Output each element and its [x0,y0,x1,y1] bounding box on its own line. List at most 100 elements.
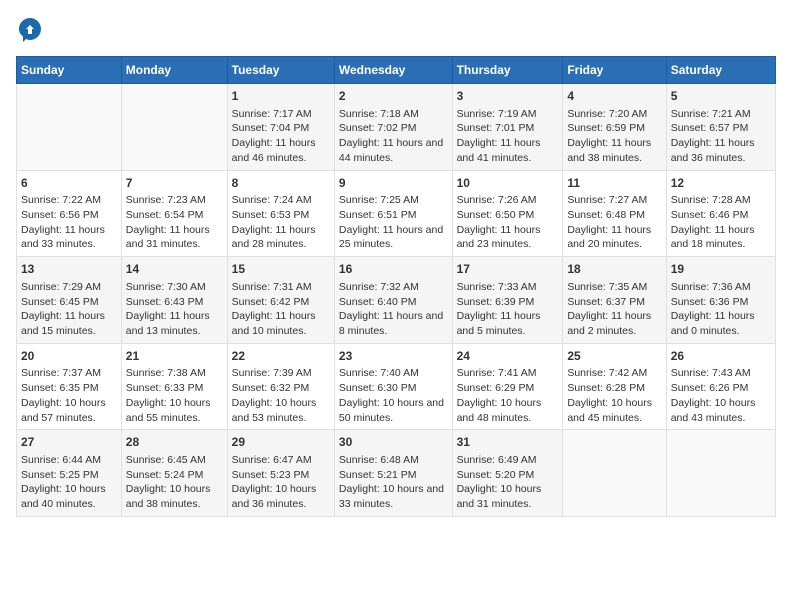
calendar-cell: 12Sunrise: 7:28 AMSunset: 6:46 PMDayligh… [666,170,775,257]
day-info: Sunset: 6:35 PM [21,381,117,396]
calendar-cell: 19Sunrise: 7:36 AMSunset: 6:36 PMDayligh… [666,257,775,344]
day-info: Sunrise: 7:39 AM [232,366,330,381]
day-number: 30 [339,434,448,451]
day-info: Daylight: 11 hours and 23 minutes. [457,223,559,252]
day-info: Daylight: 10 hours and 55 minutes. [126,396,223,425]
day-number: 7 [126,175,223,192]
day-info: Sunrise: 7:37 AM [21,366,117,381]
logo [16,16,48,44]
day-number: 12 [671,175,771,192]
calendar-week-row: 13Sunrise: 7:29 AMSunset: 6:45 PMDayligh… [17,257,776,344]
day-info: Sunrise: 6:48 AM [339,453,448,468]
day-number: 1 [232,88,330,105]
day-info: Sunrise: 7:19 AM [457,107,559,122]
day-info: Daylight: 11 hours and 31 minutes. [126,223,223,252]
day-info: Sunset: 5:23 PM [232,468,330,483]
day-info: Sunset: 5:21 PM [339,468,448,483]
day-info: Sunset: 6:46 PM [671,208,771,223]
calendar-cell: 26Sunrise: 7:43 AMSunset: 6:26 PMDayligh… [666,343,775,430]
day-info: Sunset: 6:57 PM [671,121,771,136]
day-info: Sunrise: 7:43 AM [671,366,771,381]
calendar-cell: 5Sunrise: 7:21 AMSunset: 6:57 PMDaylight… [666,84,775,171]
day-number: 18 [567,261,661,278]
header-saturday: Saturday [666,57,775,84]
calendar-cell: 7Sunrise: 7:23 AMSunset: 6:54 PMDaylight… [121,170,227,257]
day-info: Sunrise: 7:25 AM [339,193,448,208]
day-info: Daylight: 11 hours and 10 minutes. [232,309,330,338]
day-info: Sunrise: 7:22 AM [21,193,117,208]
day-info: Sunrise: 7:21 AM [671,107,771,122]
day-number: 27 [21,434,117,451]
day-number: 20 [21,348,117,365]
day-number: 16 [339,261,448,278]
calendar-cell [563,430,666,517]
day-info: Sunrise: 7:38 AM [126,366,223,381]
day-info: Sunrise: 7:40 AM [339,366,448,381]
day-info: Daylight: 11 hours and 33 minutes. [21,223,117,252]
day-info: Daylight: 11 hours and 25 minutes. [339,223,448,252]
day-info: Daylight: 11 hours and 2 minutes. [567,309,661,338]
calendar-cell: 14Sunrise: 7:30 AMSunset: 6:43 PMDayligh… [121,257,227,344]
day-info: Sunrise: 7:30 AM [126,280,223,295]
day-number: 11 [567,175,661,192]
calendar-cell: 3Sunrise: 7:19 AMSunset: 7:01 PMDaylight… [452,84,563,171]
calendar-cell: 1Sunrise: 7:17 AMSunset: 7:04 PMDaylight… [227,84,334,171]
day-info: Sunset: 6:30 PM [339,381,448,396]
day-info: Sunset: 6:26 PM [671,381,771,396]
calendar-cell [666,430,775,517]
calendar-cell: 13Sunrise: 7:29 AMSunset: 6:45 PMDayligh… [17,257,122,344]
calendar-week-row: 27Sunrise: 6:44 AMSunset: 5:25 PMDayligh… [17,430,776,517]
day-info: Daylight: 10 hours and 53 minutes. [232,396,330,425]
day-info: Daylight: 11 hours and 5 minutes. [457,309,559,338]
day-number: 28 [126,434,223,451]
day-number: 22 [232,348,330,365]
day-info: Sunset: 6:39 PM [457,295,559,310]
day-info: Daylight: 10 hours and 48 minutes. [457,396,559,425]
calendar-cell: 30 Sunrise: 6:48 AMSunset: 5:21 PMDayligh… [334,430,452,517]
day-info: Sunrise: 6:47 AM [232,453,330,468]
day-info: Sunrise: 6:44 AM [21,453,117,468]
day-info: Sunset: 6:42 PM [232,295,330,310]
day-info: Sunrise: 7:31 AM [232,280,330,295]
calendar-cell: 15Sunrise: 7:31 AMSunset: 6:42 PMDayligh… [227,257,334,344]
day-number: 10 [457,175,559,192]
day-info: Daylight: 10 hours and 36 minutes. [232,482,330,511]
day-info: Daylight: 11 hours and 41 minutes. [457,136,559,165]
day-info: Sunrise: 6:45 AM [126,453,223,468]
day-info: Daylight: 11 hours and 44 minutes. [339,136,448,165]
calendar-table: SundayMondayTuesdayWednesdayThursdayFrid… [16,56,776,517]
day-info: Sunset: 5:24 PM [126,468,223,483]
calendar-cell: 22Sunrise: 7:39 AMSunset: 6:32 PMDayligh… [227,343,334,430]
day-number: 2 [339,88,448,105]
day-info: Daylight: 10 hours and 31 minutes. [457,482,559,511]
header-friday: Friday [563,57,666,84]
calendar-week-row: 6Sunrise: 7:22 AMSunset: 6:56 PMDaylight… [17,170,776,257]
calendar-cell: 29 Sunrise: 6:47 AMSunset: 5:23 PMDayligh… [227,430,334,517]
day-info: Daylight: 11 hours and 8 minutes. [339,309,448,338]
day-info: Daylight: 11 hours and 36 minutes. [671,136,771,165]
calendar-cell: 23Sunrise: 7:40 AMSunset: 6:30 PMDayligh… [334,343,452,430]
header-thursday: Thursday [452,57,563,84]
day-info: Sunset: 7:04 PM [232,121,330,136]
day-info: Sunrise: 7:24 AM [232,193,330,208]
logo-icon [16,16,44,44]
day-info: Sunrise: 7:28 AM [671,193,771,208]
calendar-cell: 6Sunrise: 7:22 AMSunset: 6:56 PMDaylight… [17,170,122,257]
day-info: Daylight: 10 hours and 33 minutes. [339,482,448,511]
day-info: Daylight: 10 hours and 45 minutes. [567,396,661,425]
day-info: Sunset: 5:25 PM [21,468,117,483]
day-info: Sunset: 6:36 PM [671,295,771,310]
day-info: Sunset: 6:51 PM [339,208,448,223]
day-info: Sunrise: 7:33 AM [457,280,559,295]
calendar-cell: 24Sunrise: 7:41 AMSunset: 6:29 PMDayligh… [452,343,563,430]
calendar-cell: 11Sunrise: 7:27 AMSunset: 6:48 PMDayligh… [563,170,666,257]
day-info: Sunset: 6:40 PM [339,295,448,310]
day-number: 21 [126,348,223,365]
day-number: 29 [232,434,330,451]
day-info: Sunrise: 7:23 AM [126,193,223,208]
day-info: Sunset: 6:50 PM [457,208,559,223]
header-sunday: Sunday [17,57,122,84]
day-info: Sunset: 6:56 PM [21,208,117,223]
calendar-week-row: 20Sunrise: 7:37 AMSunset: 6:35 PM Dayligh… [17,343,776,430]
day-info: Daylight: 10 hours and 40 minutes. [21,482,117,511]
